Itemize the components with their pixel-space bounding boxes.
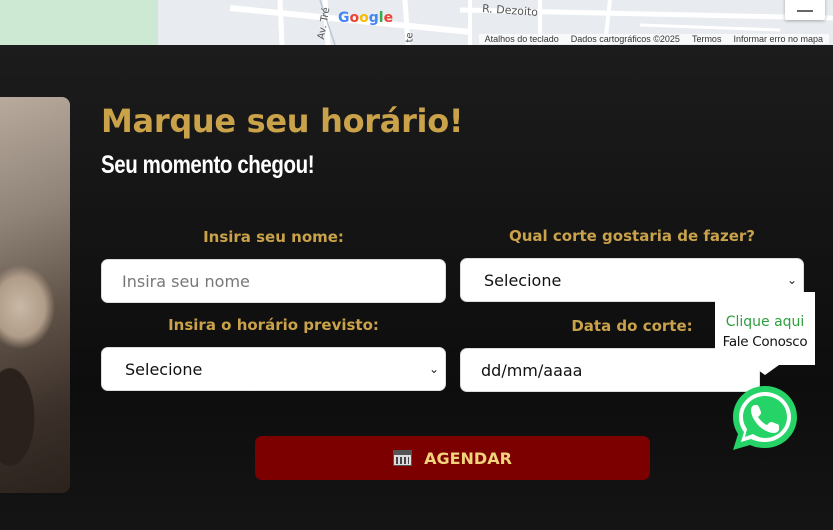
- chevron-down-icon: ⌄: [428, 362, 439, 376]
- chevron-down-icon: ⌄: [786, 273, 797, 287]
- time-label: Insira o horário previsto:: [168, 316, 379, 334]
- cut-label: Qual corte gostaria de fazer?: [508, 227, 755, 245]
- page-subtitle: Seu momento chegou!: [101, 151, 315, 179]
- report-error-link[interactable]: Informar erro no mapa: [727, 34, 829, 44]
- map-data-text: Dados cartográficos ©2025: [570, 34, 680, 44]
- whatsapp-tooltip[interactable]: Clique aqui Fale Conosco: [715, 292, 815, 375]
- map-embed[interactable]: R. Dezoito Av. Tré te Google Atalhos do …: [0, 0, 833, 45]
- map-street-label: te: [404, 32, 416, 43]
- google-logo: Google: [338, 10, 394, 26]
- name-label: Insira seu nome:: [203, 228, 344, 246]
- tooltip-contact-us: Fale Conosco: [722, 334, 808, 350]
- terms-link[interactable]: Termos: [686, 34, 728, 44]
- booking-section: Marque seu horário! Seu momento chegou! …: [0, 45, 833, 530]
- tooltip-click-here: Clique aqui: [725, 314, 805, 330]
- calendar-icon: [393, 450, 413, 466]
- cut-selected-value: Selecione: [484, 270, 562, 290]
- name-placeholder: Insira seu nome: [122, 271, 250, 291]
- time-selected-value: Selecione: [125, 359, 203, 379]
- keyboard-shortcuts-link[interactable]: Atalhos do teclado: [479, 34, 565, 44]
- name-input[interactable]: Insira seu nome: [101, 259, 446, 303]
- schedule-button-label: AGENDAR: [424, 448, 512, 468]
- whatsapp-icon[interactable]: [731, 384, 799, 452]
- page-title: Marque seu horário!: [101, 102, 464, 140]
- time-select[interactable]: Selecione ⌄: [101, 347, 446, 391]
- map-attribution: Atalhos do teclado Dados cartográficos ©…: [478, 34, 829, 44]
- schedule-button[interactable]: AGENDAR: [255, 436, 650, 480]
- date-placeholder: dd/mm/aaaa: [481, 360, 583, 380]
- barber-photo: [0, 97, 70, 493]
- minus-icon: [797, 10, 813, 12]
- map-zoom-out-button[interactable]: [785, 0, 825, 20]
